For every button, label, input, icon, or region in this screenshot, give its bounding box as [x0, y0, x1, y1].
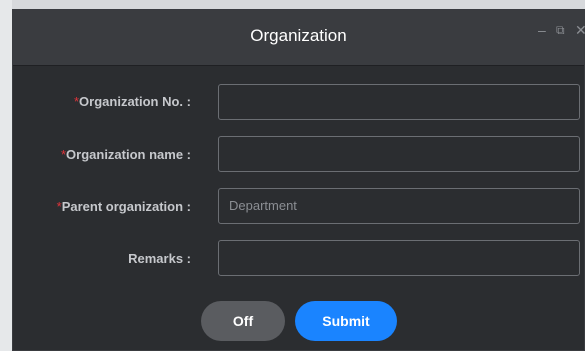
parent-organization-label-text: Parent organization : — [61, 199, 191, 214]
organization-name-input[interactable] — [218, 136, 580, 172]
close-icon[interactable]: ✕ — [575, 22, 585, 39]
organization-name-label-text: Organization name : — [66, 147, 191, 162]
submit-button[interactable]: Submit — [295, 301, 397, 341]
remarks-label-text: Remarks : — [128, 251, 191, 266]
parent-organization-value: Department — [229, 198, 297, 213]
parent-organization-select[interactable]: Department — [218, 188, 580, 224]
organization-dialog: Organization – ⧉ ✕ *Organization No. : *… — [12, 9, 585, 351]
organization-name-label: *Organization name : — [61, 147, 191, 163]
organization-no-label: *Organization No. : — [74, 94, 191, 110]
restore-icon[interactable]: ⧉ — [556, 23, 565, 38]
parent-organization-label: *Parent organization : — [57, 199, 191, 215]
remarks-input[interactable] — [218, 240, 580, 276]
dialog-title: Organization — [250, 26, 347, 45]
organization-no-input[interactable] — [218, 84, 580, 120]
organization-no-label-text: Organization No. : — [79, 94, 191, 109]
off-button[interactable]: Off — [201, 301, 285, 341]
title-bar: Organization – ⧉ ✕ — [13, 10, 585, 66]
background-panel — [0, 0, 12, 351]
remarks-label: Remarks : — [128, 251, 191, 267]
minimize-icon[interactable]: – — [538, 22, 546, 38]
